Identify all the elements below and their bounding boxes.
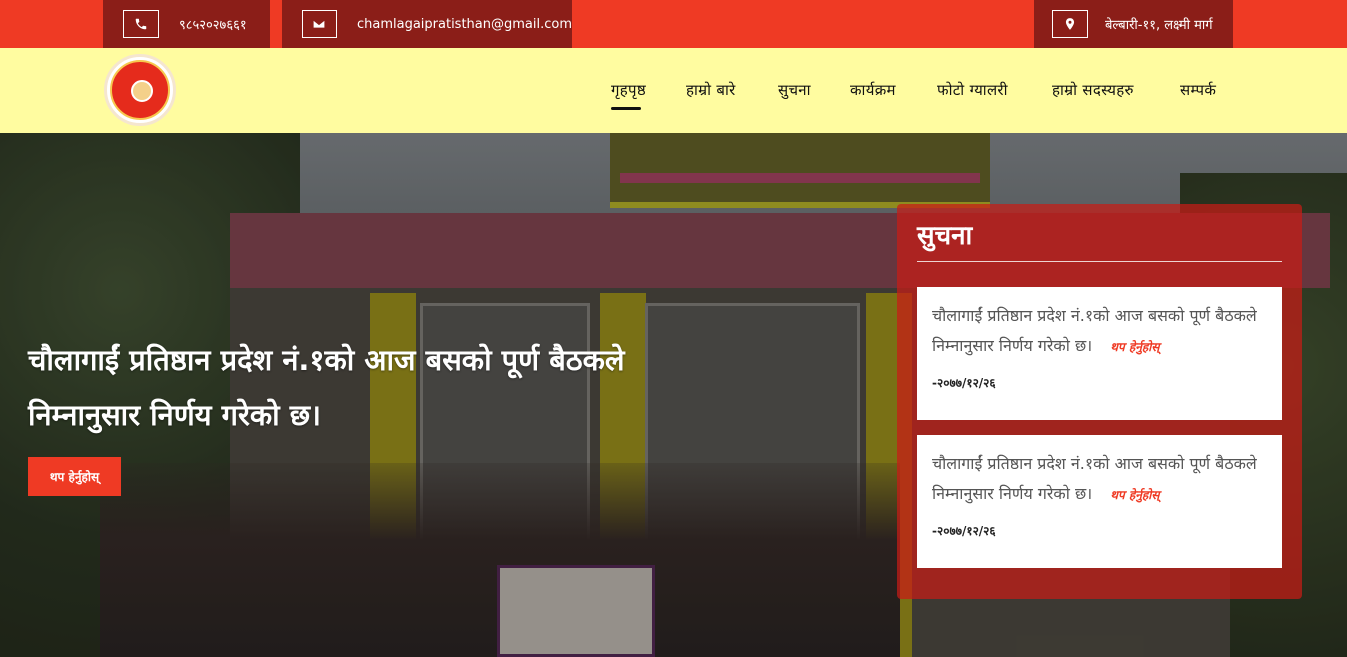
nav-item-about[interactable]: हाम्रो बारे (686, 80, 736, 100)
nav-item-programs[interactable]: कार्यक्रम (850, 80, 896, 100)
notice-panel: सुचना चौलागाईं प्रतिष्ठान प्रदेश नं.१को … (897, 204, 1302, 599)
email-contact[interactable]: chamlagaipratisthan@gmail.com (282, 0, 572, 48)
phone-icon (123, 10, 159, 38)
nav-item-contact[interactable]: सम्पर्क (1180, 80, 1216, 100)
main-nav: गृहपृष्ठ हाम्रो बारे सुचना कार्यक्रम फोट… (0, 48, 1347, 133)
notice-divider (917, 261, 1282, 262)
notice-read-more-link[interactable]: थप हेर्नुहोस् (1110, 340, 1159, 354)
notice-card-body: चौलागाईं प्रतिष्ठान प्रदेश नं.१को आज बसक… (932, 449, 1267, 510)
notice-card-text: चौलागाईं प्रतिष्ठान प्रदेश नं.१को आज बसक… (932, 306, 1257, 355)
notice-read-more-link[interactable]: थप हेर्नुहोस् (1110, 488, 1159, 502)
notice-card[interactable]: चौलागाईं प्रतिष्ठान प्रदेश नं.१को आज बसक… (917, 435, 1282, 568)
hero-title: चौलागाईं प्रतिष्ठान प्रदेश नं.१को आज बसक… (28, 343, 625, 432)
top-bar: ९८५२०२७६६१ chamlagaipratisthan@gmail.com… (0, 0, 1347, 48)
nav-item-home[interactable]: गृहपृष्ठ (611, 80, 646, 110)
notice-panel-title: सुचना (917, 221, 973, 251)
email-address: chamlagaipratisthan@gmail.com (356, 16, 572, 32)
notice-card-text: चौलागाईं प्रतिष्ठान प्रदेश नं.१को आज बसक… (932, 454, 1257, 503)
notice-card-body: चौलागाईं प्रतिष्ठान प्रदेश नं.१को आज बसक… (932, 301, 1267, 362)
notice-card-date: -२०७७/१२/२६ (932, 524, 996, 538)
nav-item-gallery[interactable]: फोटो ग्यालरी (937, 80, 1008, 100)
site-header: गृहपृष्ठ हाम्रो बारे सुचना कार्यक्रम फोट… (0, 48, 1347, 133)
phone-contact[interactable]: ९८५२०२७६६१ (103, 0, 270, 48)
address-contact: बेल्बारी-११, लक्ष्मी मार्ग (1034, 0, 1233, 48)
phone-number: ९८५२०२७६६१ (179, 18, 247, 33)
nav-item-members[interactable]: हाम्रो सदस्यहरु (1052, 80, 1134, 100)
address-text: बेल्बारी-११, लक्ष्मी मार्ग (1105, 18, 1213, 33)
notice-card-date: -२०७७/१२/२६ (932, 376, 996, 390)
nav-item-notice[interactable]: सुचना (778, 80, 811, 100)
map-marker-icon (1052, 10, 1088, 38)
envelope-icon (302, 10, 337, 38)
hero-slider: चौलागाईं प्रतिष्ठान प्रदेश नं.१को आज बसक… (0, 133, 1347, 657)
notice-card[interactable]: चौलागाईं प्रतिष्ठान प्रदेश नं.१को आज बसक… (917, 287, 1282, 420)
hero-read-more-button[interactable]: थप हेर्नुहोस् (28, 457, 121, 496)
